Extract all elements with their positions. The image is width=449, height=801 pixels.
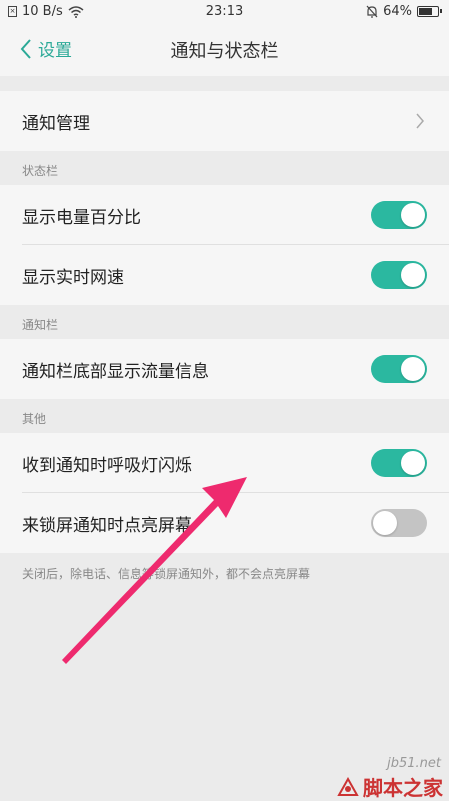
breathing-light-toggle[interactable] [371,449,427,477]
toggle-knob [401,263,425,287]
section-header-status-bar: 状态栏 [0,151,449,185]
section-header-notification-bar: 通知栏 [0,305,449,339]
show-network-speed-toggle[interactable] [371,261,427,289]
show-network-speed-label: 显示实时网速 [22,268,124,288]
watermark-brand-text: 脚本之家 [363,776,443,800]
lockscreen-wake-label: 来锁屏通知时点亮屏幕 [22,516,192,536]
breathing-light-label: 收到通知时呼吸灯闪烁 [22,456,192,476]
toggle-knob [373,511,397,535]
show-traffic-info-label: 通知栏底部显示流量信息 [22,362,209,382]
section-header-other: 其他 [0,399,449,433]
battery-percent: 64% [383,4,412,19]
section-label-other: 其他 [22,412,47,426]
brand-logo-icon [337,776,359,796]
notification-management-label: 通知管理 [22,114,90,134]
show-traffic-info-row: 通知栏底部显示流量信息 [0,339,449,399]
show-network-speed-row: 显示实时网速 [0,245,449,305]
status-bar: × 10 B/s 23:13 64% [0,0,449,24]
show-battery-percent-toggle[interactable] [371,201,427,229]
show-traffic-info-toggle[interactable] [371,355,427,383]
back-button[interactable]: 设置 [20,36,72,61]
chevron-left-icon [20,38,31,59]
watermark-brand: 脚本之家 [337,772,443,801]
mute-bell-icon [366,5,378,18]
show-battery-percent-label: 显示电量百分比 [22,208,141,228]
back-label: 设置 [38,41,72,61]
show-battery-percent-row: 显示电量百分比 [0,185,449,245]
battery-icon [417,6,442,17]
watermark-url: jb51.net [387,756,441,771]
footnote: 关闭后，除电话、信息等锁屏通知外，都不会点亮屏幕 [22,567,311,581]
chevron-right-icon [416,113,424,129]
notification-management-row[interactable]: 通知管理 [0,91,449,151]
breathing-light-row: 收到通知时呼吸灯闪烁 [0,433,449,493]
nav-bar: 设置 通知与状态栏 [0,24,449,76]
toggle-knob [401,451,425,475]
status-right: 64% [366,4,442,19]
toggle-knob [401,357,425,381]
section-label-notification-bar: 通知栏 [22,318,59,332]
lockscreen-wake-toggle[interactable] [371,509,427,537]
lockscreen-wake-row: 来锁屏通知时点亮屏幕 [0,493,449,553]
section-label-status-bar: 状态栏 [22,164,59,178]
toggle-knob [401,203,425,227]
